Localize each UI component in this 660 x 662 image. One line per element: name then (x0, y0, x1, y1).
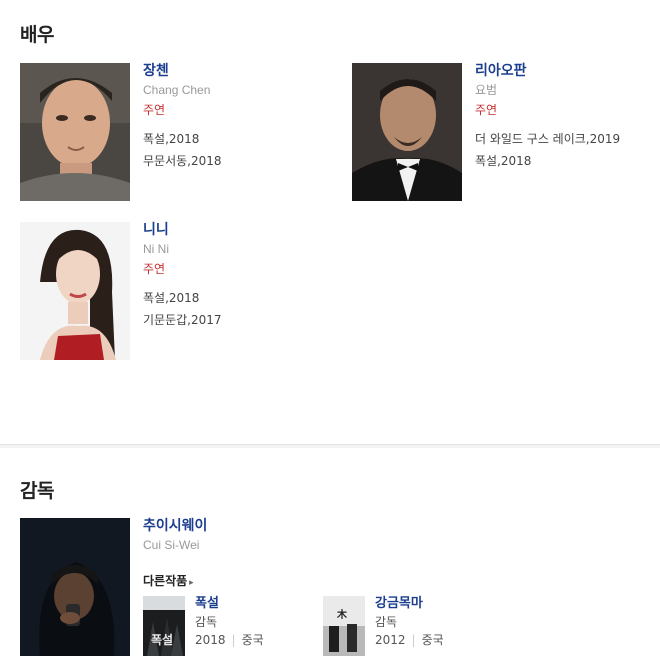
director-photo[interactable] (20, 518, 130, 656)
actor-work-link[interactable]: 폭설,2018 (143, 132, 343, 147)
actors-section-title: 배우 (20, 24, 54, 46)
actor-english-name: 요범 (475, 83, 498, 97)
director-english-name: Cui Si-Wei (143, 538, 200, 552)
actor-role: 주연 (143, 262, 166, 276)
actor-role: 주연 (143, 103, 166, 117)
actor-work-link[interactable]: 기문둔갑,2017 (143, 313, 343, 328)
actor-name[interactable]: 니니 (143, 222, 343, 238)
director-name[interactable]: 추이시웨이 (143, 518, 343, 534)
movie-title[interactable]: 강금목마 (375, 596, 495, 611)
movie-title[interactable]: 폭설 (195, 596, 315, 611)
actor-role: 주연 (475, 103, 498, 117)
other-works-link[interactable]: 다른작품 ▸ (143, 572, 194, 589)
actor-photo[interactable] (20, 222, 130, 360)
meta-separator: | (411, 633, 416, 647)
other-works-label: 다른작품 (143, 574, 188, 588)
movie-year: 2018 (195, 633, 226, 647)
actor-work-link[interactable]: 무문서동,2018 (143, 154, 343, 169)
actor-english-name: Ni Ni (143, 242, 169, 256)
svg-text:폭설: 폭설 (151, 632, 173, 647)
movie-poster[interactable]: 木 (323, 596, 365, 656)
actor-name[interactable]: 리아오판 (475, 63, 660, 79)
actor-work-link[interactable]: 폭설,2018 (475, 154, 660, 169)
actor-work-link[interactable]: 더 와일드 구스 레이크,2019 (475, 132, 660, 147)
movie-role: 감독 (195, 615, 218, 629)
actor-photo[interactable] (352, 63, 462, 201)
movie-poster[interactable]: 폭설 (143, 596, 185, 656)
svg-text:木: 木 (336, 608, 348, 621)
movie-country: 중국 (421, 633, 444, 647)
section-divider-shadow (0, 445, 660, 448)
director-section-title: 감독 (20, 480, 54, 502)
movie-meta: 2018 | 중국 (195, 633, 315, 648)
chevron-right-icon: ▸ (189, 578, 194, 588)
movie-meta: 2012 | 중국 (375, 633, 495, 648)
movie-year: 2012 (375, 633, 406, 647)
meta-separator: | (231, 633, 236, 647)
movie-country: 중국 (241, 633, 264, 647)
actor-work-link[interactable]: 폭설,2018 (143, 291, 343, 306)
actor-photo[interactable] (20, 63, 130, 201)
actor-name[interactable]: 장첸 (143, 63, 343, 79)
movie-role: 감독 (375, 615, 398, 629)
actor-english-name: Chang Chen (143, 83, 211, 97)
